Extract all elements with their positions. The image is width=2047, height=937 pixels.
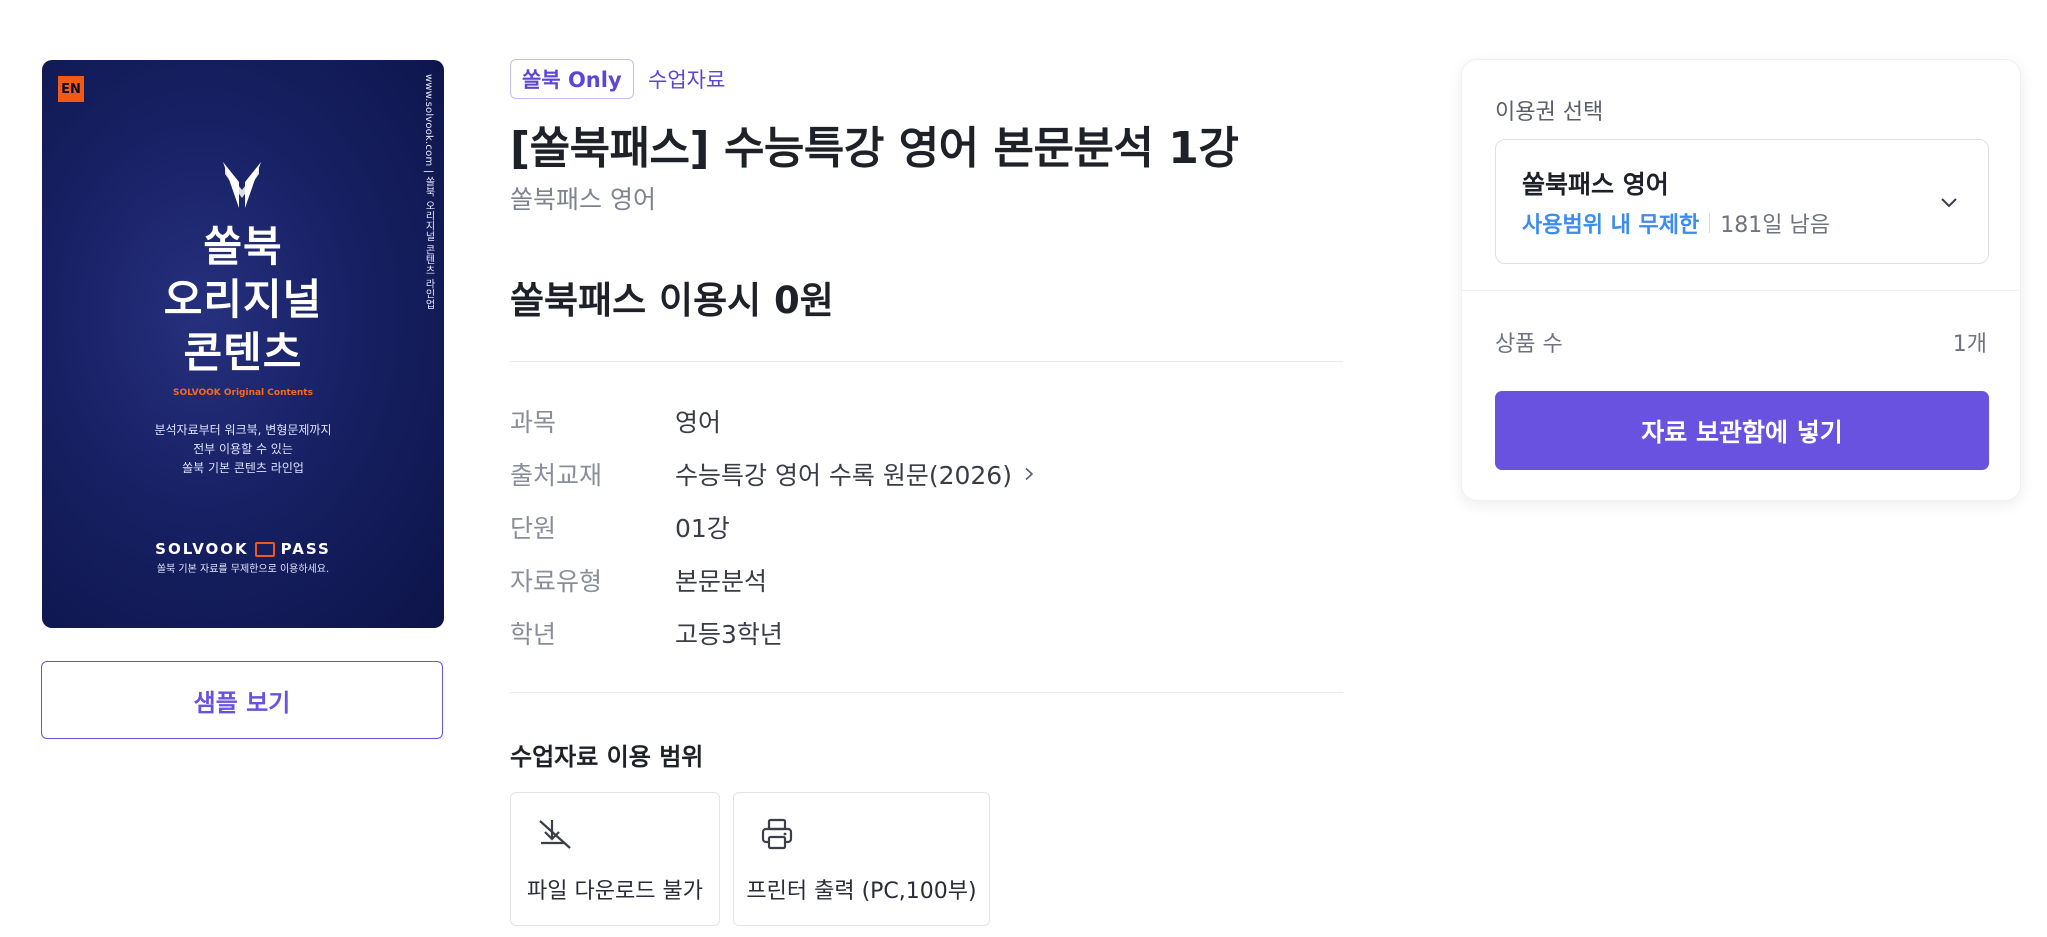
meta-separator: [1709, 213, 1711, 233]
page-title: [쏠북패스] 수능특강 영어 본문분석 1강: [510, 123, 1239, 174]
info-row-source-book: 출처교재 수능특강 영어 수록 원문(2026): [510, 454, 1036, 494]
selected-pass-name: 쏠북패스 영어: [1522, 170, 1669, 199]
price-text: 쏠북패스 이용시 0원: [510, 279, 834, 322]
info-value: 고등3학년: [675, 620, 783, 649]
product-count-label: 상품 수: [1495, 332, 1563, 357]
chevron-down-icon: [1941, 198, 1957, 208]
cover-title: 쏠북 오리지널 콘텐츠: [163, 222, 323, 377]
usage-scope-title: 수업자료 이용 범위: [510, 743, 704, 771]
info-row-grade: 학년 고등3학년: [510, 613, 783, 653]
info-row-unit: 단원 01강: [510, 507, 730, 547]
divider: [510, 361, 1343, 362]
info-label: 자료유형: [510, 567, 603, 596]
info-value: 영어: [675, 408, 722, 437]
info-row-type: 자료유형 본문분석: [510, 560, 767, 600]
info-value: 01강: [675, 514, 730, 543]
pass-scope-text: 사용범위 내 무제한: [1522, 213, 1700, 238]
cover-pass-description: 쏠북 기본 자료를 무제한으로 이용하세요.: [156, 564, 330, 575]
cover-description: 분석자료부터 워크북, 변형문제까지 전부 이용할 수 있는 쏠북 기본 콘텐츠…: [154, 423, 332, 475]
divider: [1462, 290, 2020, 291]
sample-view-button[interactable]: 샘플 보기: [41, 661, 443, 739]
language-badge: EN: [58, 76, 84, 102]
solvook-only-badge: 쏠북 Only: [510, 59, 634, 99]
solvook-logo-icon: [223, 162, 261, 208]
download-disabled-icon: [539, 820, 571, 849]
usage-card-download: 파일 다운로드 불가: [510, 792, 720, 926]
pass-select-dropdown[interactable]: 쏠북패스 영어 사용범위 내 무제한 181일 남음: [1495, 139, 1989, 264]
divider: [510, 692, 1343, 693]
product-subtitle: 쏠북패스 영어: [510, 185, 656, 214]
info-label: 학년: [510, 620, 557, 649]
pass-days-left: 181일 남음: [1720, 213, 1830, 238]
pass-select-label: 이용권 선택: [1495, 100, 1604, 125]
info-value[interactable]: 수능특강 영어 수록 원문(2026): [675, 456, 1012, 492]
chevron-right-icon: [1025, 467, 1034, 481]
usage-card-print: 프린터 출력 (PC,100부): [733, 792, 990, 926]
pass-box-icon: [254, 541, 275, 557]
usage-label: 프린터 출력 (PC,100부): [746, 879, 977, 904]
info-value: 본문분석: [675, 567, 768, 596]
cover-pass-right: PASS: [280, 540, 331, 558]
cover-pass-logo: SOLVOOK PASS: [42, 540, 444, 558]
usage-label: 파일 다운로드 불가: [527, 879, 703, 904]
add-to-library-button[interactable]: 자료 보관함에 넣기: [1495, 391, 1989, 470]
info-row-subject: 과목 영어: [510, 401, 721, 441]
category-link[interactable]: 수업자료: [648, 62, 725, 96]
product-count-value: 1개: [1952, 332, 1987, 357]
selected-pass-meta: 사용범위 내 무제한 181일 남음: [1522, 207, 1830, 239]
printer-icon: [761, 818, 793, 850]
pass-selection-panel: 이용권 선택 쏠북패스 영어 사용범위 내 무제한 181일 남음 상품 수 1…: [1461, 59, 2021, 501]
info-label: 과목: [510, 408, 557, 437]
product-cover-image: EN www.solvook.com | 쏠북 오리지널 콘텐츠 라인업 쏠북 …: [42, 60, 444, 628]
cover-subtitle: SOLVOOK Original Contents: [173, 388, 313, 398]
cover-pass-left: SOLVOOK: [155, 540, 249, 558]
info-label: 단원: [510, 514, 557, 543]
source-book-link[interactable]: 수능특강 영어 수록 원문(2026): [675, 456, 1036, 492]
info-label: 출처교재: [510, 461, 603, 490]
